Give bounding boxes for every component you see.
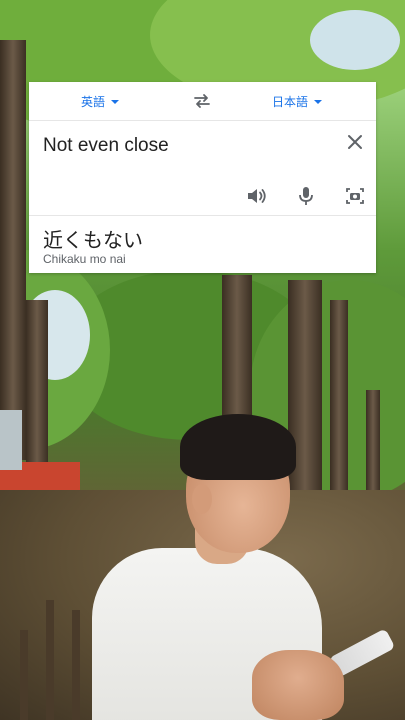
target-language-selector[interactable]: 日本語 — [272, 82, 323, 120]
fence-post — [20, 630, 28, 720]
translate-card: 英語 日本語 Not even close 近くもない Chikaku mo n… — [29, 82, 376, 273]
chevron-down-icon — [314, 99, 323, 104]
source-input-area[interactable]: Not even close — [29, 121, 376, 216]
source-language-label: 英語 — [81, 94, 106, 109]
swap-languages-icon[interactable] — [192, 92, 212, 110]
source-text[interactable]: Not even close — [43, 135, 169, 157]
sky-patch — [310, 10, 400, 70]
romanization-text: Chikaku mo nai — [43, 252, 126, 266]
close-icon[interactable] — [346, 133, 364, 151]
person-hair — [180, 414, 296, 480]
source-language-selector[interactable]: 英語 — [81, 82, 120, 120]
translation-result-area: 近くもない Chikaku mo nai — [29, 216, 376, 274]
language-bar: 英語 日本語 — [29, 82, 376, 121]
person-ear — [192, 484, 212, 514]
video-frame: 英語 日本語 Not even close 近くもない Chikaku mo n… — [0, 0, 405, 720]
camera-icon[interactable] — [344, 185, 366, 207]
fence-post — [46, 600, 54, 720]
speaker-icon[interactable] — [245, 185, 267, 207]
building — [0, 410, 22, 470]
fence-post — [72, 610, 80, 720]
microphone-icon[interactable] — [295, 185, 317, 207]
target-language-label: 日本語 — [272, 94, 309, 109]
translated-text: 近くもない — [43, 228, 143, 252]
chevron-down-icon — [111, 99, 120, 104]
tree-trunk — [0, 40, 26, 460]
person-hands — [252, 650, 344, 720]
